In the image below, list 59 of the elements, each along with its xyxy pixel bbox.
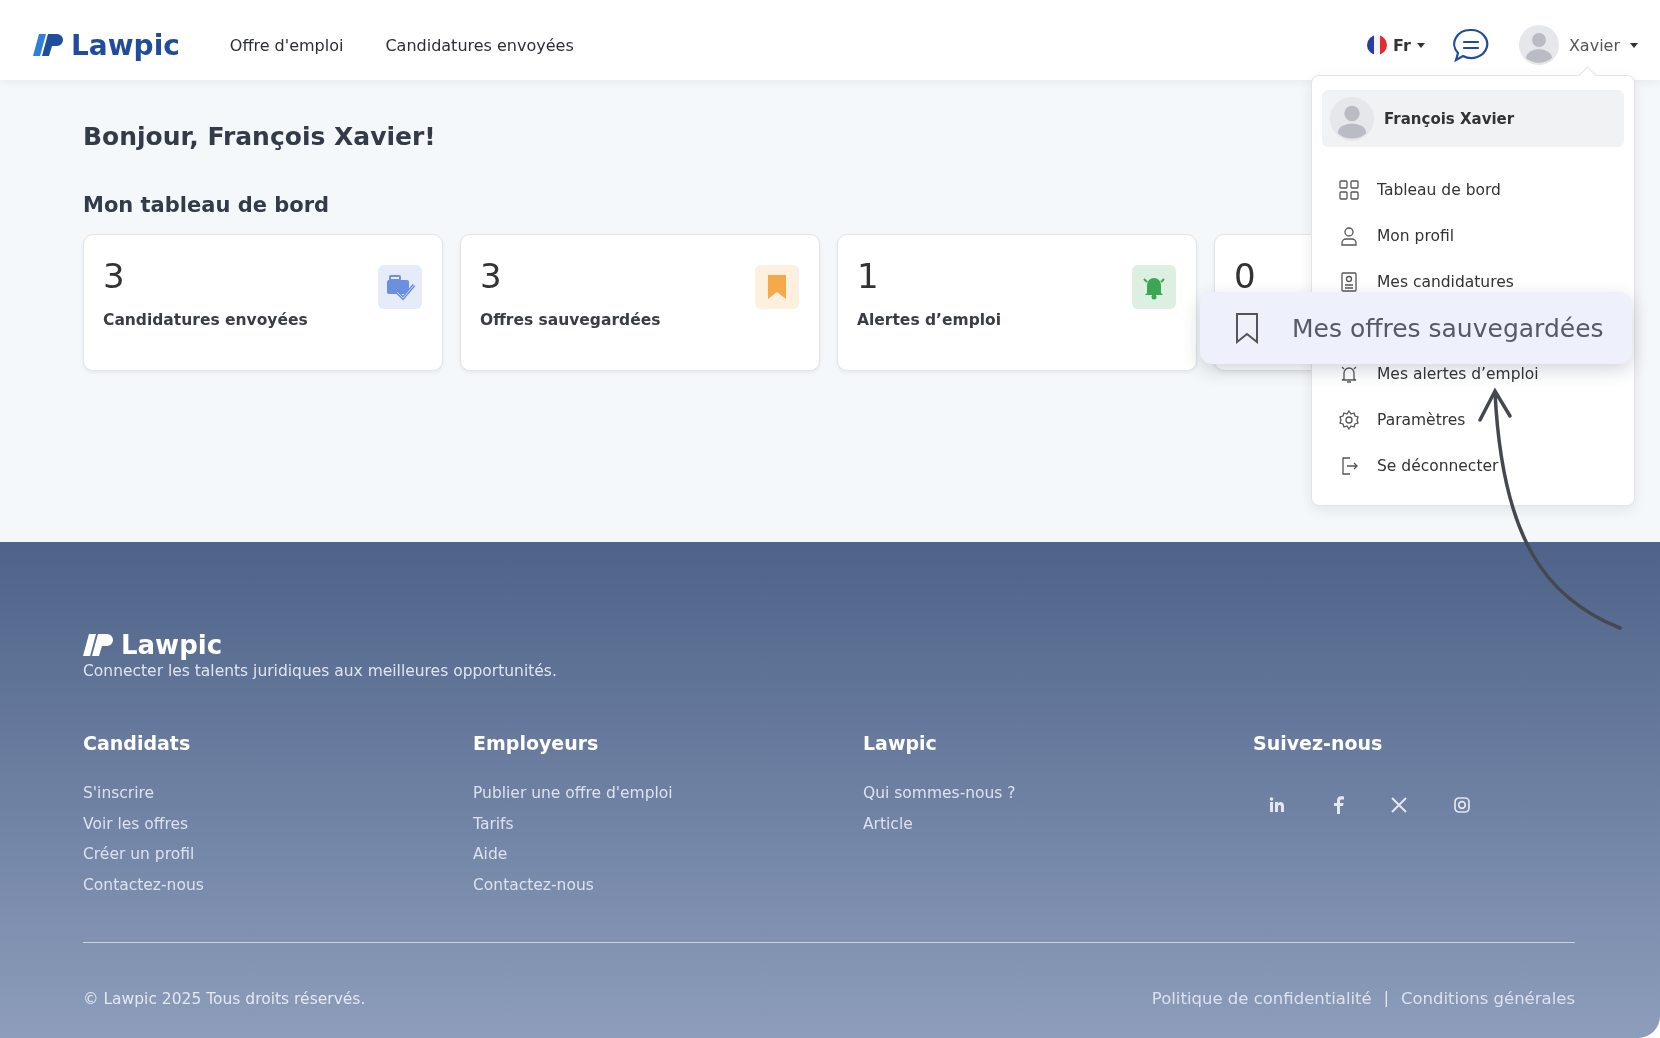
logout-icon xyxy=(1339,456,1359,476)
logo-text: Lawpic xyxy=(121,630,223,660)
menu-item[interactable]: Se déconnecter xyxy=(1322,443,1624,489)
menu-item[interactable]: Mon profil xyxy=(1322,213,1624,259)
nav-link[interactable]: Offre d'emploi xyxy=(229,35,344,55)
facebook-icon[interactable] xyxy=(1332,796,1344,814)
column-heading: Candidats xyxy=(83,732,192,754)
x-icon[interactable] xyxy=(1391,797,1407,813)
stat-value: 1 xyxy=(857,259,879,293)
avatar-icon xyxy=(1518,25,1559,65)
menu-item[interactable]: Tableau de bord xyxy=(1322,167,1624,213)
grid-icon xyxy=(1339,180,1359,200)
chat-icon[interactable] xyxy=(1452,28,1489,62)
column-heading: Suivez-nous xyxy=(1253,732,1384,754)
column-heading: Employeurs xyxy=(473,732,600,754)
footer-link[interactable]: Qui sommes-nous ? xyxy=(863,784,1253,815)
linkedin-icon[interactable] xyxy=(1269,797,1285,813)
separator: | xyxy=(1383,989,1389,1008)
logo-text: Lawpic xyxy=(71,28,180,62)
footer-link[interactable]: Contactez-nous xyxy=(473,875,863,906)
footer-link[interactable]: Contactez-nous xyxy=(83,875,473,906)
stat-value: 3 xyxy=(103,259,125,293)
copyright: © Lawpic 2025 Tous droits réservés. xyxy=(83,989,366,1008)
stat-label: Alertes d’emploi xyxy=(857,311,1002,329)
language-selector[interactable]: Fr xyxy=(1367,35,1425,55)
footer-link[interactable]: Créer un profil xyxy=(83,845,473,876)
logo-icon xyxy=(33,34,63,56)
avatar-icon xyxy=(1330,96,1374,141)
user-icon xyxy=(1339,226,1359,246)
caret-icon xyxy=(1416,42,1425,48)
nav-link[interactable]: Candidatures envoyées xyxy=(385,35,574,55)
footer-link[interactable]: Article xyxy=(863,814,1253,845)
flag-icon xyxy=(1367,35,1388,55)
footer-link[interactable]: S'inscrire xyxy=(83,784,473,815)
footer-link[interactable]: Publier une offre d'emploi xyxy=(473,784,863,815)
document-icon xyxy=(1339,272,1359,292)
bookmark-icon xyxy=(1234,312,1260,344)
caret-icon xyxy=(1630,42,1638,48)
stat-value: 3 xyxy=(480,259,502,293)
footer-link[interactable]: Conditions générales xyxy=(1400,989,1575,1008)
menu-item[interactable]: Paramètres xyxy=(1322,397,1624,443)
tagline: Connecter les talents juridiques aux meilleures opportunités. xyxy=(83,662,558,680)
column-heading: Lawpic xyxy=(863,732,938,754)
logo-icon xyxy=(83,634,113,656)
user-menu-toggle[interactable]: Xavier xyxy=(1518,25,1638,65)
greeting: Bonjour, François Xavier! xyxy=(83,122,437,151)
menu-item[interactable]: Mes offres sauvegardées xyxy=(1200,292,1632,364)
bell-icon xyxy=(1339,364,1359,384)
stat-value: 0 xyxy=(1234,259,1256,293)
user-name: François Xavier xyxy=(1384,109,1515,128)
section-title: Mon tableau de bord xyxy=(83,193,331,217)
stat-label: Offres sauvegardées xyxy=(480,311,661,329)
footer-link[interactable]: Tarifs xyxy=(473,814,863,845)
stat-label: Candidatures envoyées xyxy=(103,311,308,329)
footer-link[interactable]: Voir les offres xyxy=(83,814,473,845)
footer-link[interactable]: Politique de confidentialité xyxy=(1151,989,1372,1008)
instagram-icon[interactable] xyxy=(1454,797,1470,813)
settings-icon xyxy=(1339,410,1359,430)
footer-link[interactable]: Aide xyxy=(473,845,863,876)
